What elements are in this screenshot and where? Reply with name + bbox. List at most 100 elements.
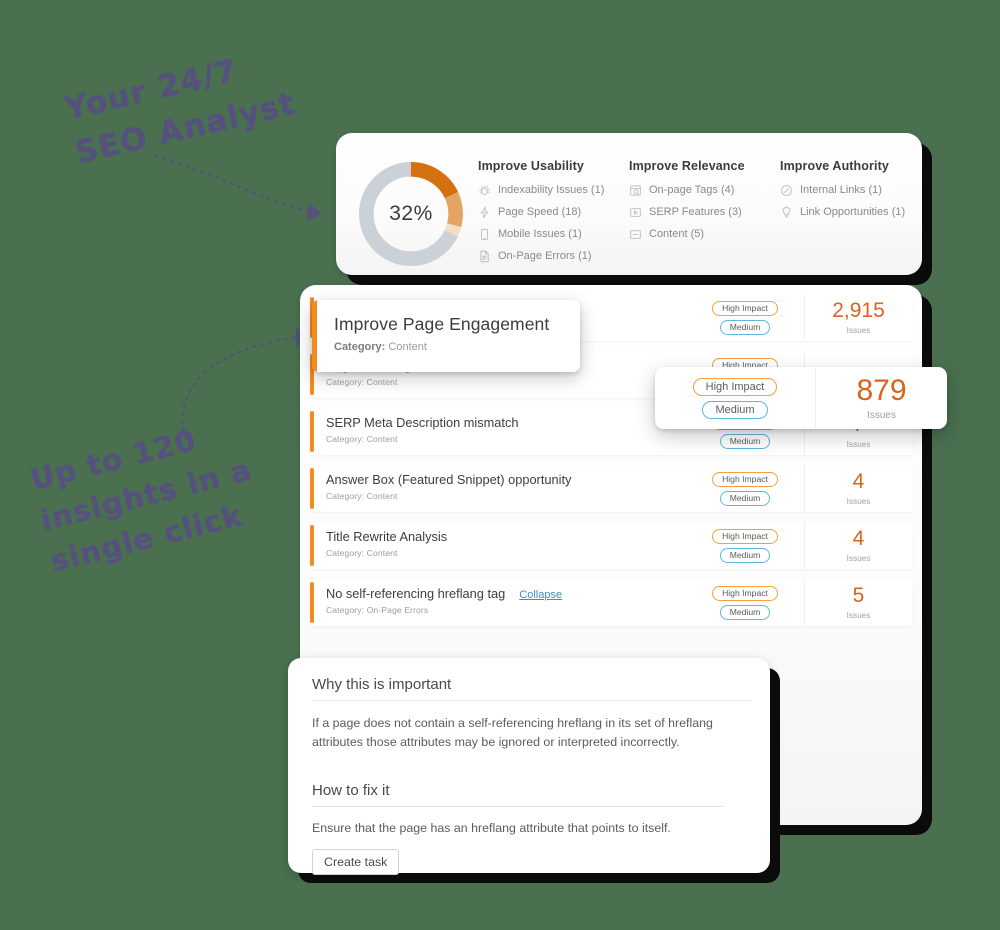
row-category: Category: Content — [326, 434, 398, 444]
table-row[interactable]: Title Rewrite Analysis Category: Content… — [310, 522, 912, 569]
issue-count: 5 — [852, 584, 865, 607]
improvement-columns: Improve Usability Indexability Issues (1… — [478, 149, 932, 273]
relevance-item-serp-features[interactable]: SERP Features (3) — [629, 206, 779, 219]
why-important-heading: Why this is important — [312, 676, 752, 701]
issue-count-label: Issues — [846, 440, 871, 449]
collapse-link[interactable]: Collapse — [519, 589, 562, 601]
usability-item-mobile[interactable]: Mobile Issues (1) — [478, 228, 628, 241]
row-main: No self-referencing hreflang tag Collaps… — [310, 579, 686, 626]
annotation-insights: Up to 120 insights in a single click — [26, 422, 256, 579]
create-task-button[interactable]: Create task — [312, 848, 400, 875]
serp-play-icon — [629, 206, 642, 219]
issue-count-label: Issues — [867, 409, 896, 421]
popup-count: 879 Issues — [815, 367, 947, 429]
row-main: SERP Meta Description mismatch Category:… — [310, 408, 686, 455]
popup-title: Improve Page Engagement — [334, 314, 550, 334]
document-icon — [478, 250, 491, 263]
mobile-icon — [478, 228, 491, 241]
item-label: On-Page Errors (1) — [498, 250, 592, 263]
bug-icon — [478, 184, 491, 197]
relevance-item-content[interactable]: Content (5) — [629, 228, 779, 241]
status-badge-impact[interactable]: High Impact — [712, 528, 778, 544]
status-badge-severity[interactable]: Medium — [719, 490, 771, 506]
why-important-text: If a page does not contain a self-refere… — [312, 716, 713, 750]
row-accent-bar — [310, 525, 314, 566]
popup-badges: High Impact Medium — [655, 367, 815, 429]
row-category: Category: On-Page Errors — [326, 605, 429, 615]
issue-count: 2,915 — [832, 299, 885, 322]
row-main: Title Rewrite Analysis Category: Content — [310, 522, 686, 569]
issue-count-label: Issues — [846, 611, 871, 620]
lightning-icon — [478, 206, 491, 219]
how-to-fix-text: Ensure that the page has an hreflang att… — [312, 821, 671, 836]
row-accent-bar — [310, 411, 314, 452]
usability-item-on-page-errors[interactable]: On-Page Errors (1) — [478, 250, 628, 263]
column-improve-relevance: Improve Relevance On-page Tags (4) SERP … — [629, 159, 779, 273]
status-badge-severity[interactable]: Medium — [719, 433, 771, 449]
improve-page-engagement-popup[interactable]: Improve Page Engagement Category: Conten… — [312, 300, 580, 372]
issue-count-popup[interactable]: High Impact Medium 879 Issues — [655, 367, 947, 429]
health-score-label: 32% — [389, 202, 433, 225]
annotation-arrow-top — [154, 154, 322, 222]
row-category: Category: Content — [326, 491, 398, 501]
status-badge-severity[interactable]: Medium — [719, 547, 771, 563]
site-health-donut: 32% — [352, 155, 470, 273]
item-label: SERP Features (3) — [649, 206, 742, 219]
relevance-item-on-page-tags[interactable]: On-page Tags (4) — [629, 184, 779, 197]
issue-count-label: Issues — [846, 326, 871, 335]
row-title: No self-referencing hreflang tag — [326, 586, 506, 601]
issue-detail-card: Why this is important If a page does not… — [288, 658, 770, 875]
authority-item-link-opportunities[interactable]: Link Opportunities (1) — [780, 206, 932, 219]
how-to-fix-heading: How to fix it — [312, 782, 724, 808]
table-row[interactable]: Answer Box (Featured Snippet) opportunit… — [310, 465, 912, 512]
issue-count: 4 — [852, 470, 865, 493]
issue-count-label: Issues — [846, 554, 871, 563]
row-badges: High Impact Medium — [686, 522, 804, 569]
table-row[interactable]: No self-referencing hreflang tag Collaps… — [310, 579, 912, 626]
row-badges: High Impact Medium — [686, 465, 804, 512]
item-label: Content (5) — [649, 228, 705, 241]
popup-accent-bar — [312, 300, 317, 372]
popup-category-value: Content — [388, 341, 427, 353]
status-badge-severity[interactable]: Medium — [719, 604, 771, 620]
column-improve-authority: Improve Authority Internal Links (1) Lin… — [780, 159, 932, 273]
item-label: Indexability Issues (1) — [498, 184, 605, 197]
issue-count: 4 — [852, 527, 865, 550]
item-label: Internal Links (1) — [800, 184, 882, 197]
popup-category: Category: Content — [334, 341, 580, 353]
status-badge-impact[interactable]: High Impact — [692, 377, 778, 396]
row-count: 4 Issues — [804, 522, 912, 569]
column-title: Improve Relevance — [629, 159, 745, 173]
row-accent-bar — [310, 468, 314, 509]
row-accent-bar — [310, 582, 314, 623]
row-count: 2,915 Issues — [804, 294, 912, 341]
row-badges: High Impact Medium — [686, 579, 804, 626]
item-label: Link Opportunities (1) — [800, 206, 906, 219]
row-count: 5 Issues — [804, 579, 912, 626]
issue-count-label: Issues — [846, 497, 871, 506]
usability-item-indexability[interactable]: Indexability Issues (1) — [478, 184, 628, 197]
status-badge-impact[interactable]: High Impact — [712, 585, 778, 601]
row-title: Answer Box (Featured Snippet) opportunit… — [326, 472, 572, 487]
item-label: On-page Tags (4) — [649, 184, 735, 197]
lightbulb-icon — [780, 206, 793, 219]
column-title: Improve Authority — [780, 159, 889, 173]
row-category: Category: Content — [326, 548, 398, 558]
row-category: Category: Content — [326, 377, 398, 387]
screenshot-root: Your 24/7 SEO Analyst Up to 120 insights… — [0, 0, 1000, 930]
authority-item-internal-links[interactable]: Internal Links (1) — [780, 184, 932, 197]
link-circle-icon — [780, 184, 793, 197]
issue-count: 879 — [856, 373, 907, 407]
status-badge-impact[interactable]: High Impact — [712, 300, 778, 316]
annotation-seo-analyst: Your 24/7 SEO Analyst — [61, 52, 300, 172]
row-title: Title Rewrite Analysis — [326, 529, 448, 544]
status-badge-severity[interactable]: Medium — [702, 400, 768, 419]
item-label: Mobile Issues (1) — [498, 228, 582, 241]
popup-category-label: Category: — [334, 341, 386, 353]
row-title: SERP Meta Description mismatch — [326, 415, 519, 430]
status-badge-impact[interactable]: High Impact — [712, 471, 778, 487]
tag-search-icon — [629, 184, 642, 197]
item-label: Page Speed (18) — [498, 206, 582, 219]
usability-item-page-speed[interactable]: Page Speed (18) — [478, 206, 628, 219]
status-badge-severity[interactable]: Medium — [719, 319, 771, 335]
